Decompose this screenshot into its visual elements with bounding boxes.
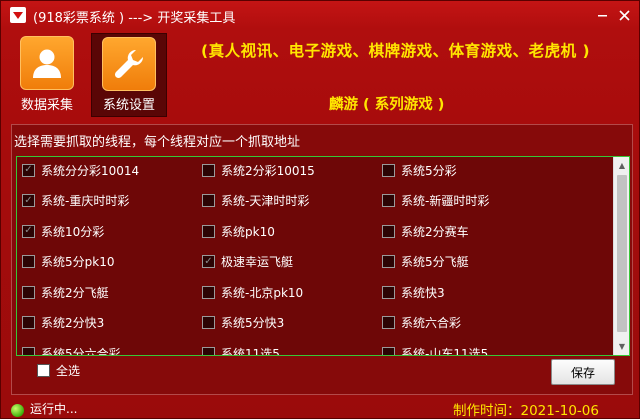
scrollbar-thumb[interactable] [617,175,627,332]
thread-label: 系统2分赛车 [401,224,469,239]
data-collect-label: 数据采集 [20,98,73,113]
thread-label: 极速幸运飞艇 [221,255,294,269]
thread-item[interactable]: 系统5分彩 [382,160,457,180]
thread-label: 系统-天津时时彩 [221,194,310,208]
thread-checkbox[interactable] [22,285,35,299]
thread-label: 系统2分彩10015 [221,163,315,178]
thread-checkbox[interactable] [202,346,215,355]
thread-label: 系统5分快3 [221,316,285,330]
thread-label: 系统-山东11选5 [401,346,489,356]
thread-checkbox[interactable] [22,224,35,238]
thread-label: 系统-新疆时时彩 [401,194,490,208]
thread-checkbox[interactable] [382,346,395,355]
thread-label: 系统分分彩10014 [41,163,140,178]
thread-label: 系统5分彩 [401,163,457,178]
thread-label: 系统2分飞艇 [41,285,109,300]
thread-checkbox[interactable] [382,316,395,329]
save-button[interactable]: 保存 [551,359,615,385]
window-title: (918彩票系统 ) ---> 开奖采集工具 [33,11,236,26]
thread-list[interactable]: 系统分分彩10014 系统2分彩10015 系统5分彩系统-重庆时时彩 系统-天津时时… [16,156,630,356]
thread-label: 系统-重庆时时彩 [41,194,130,208]
thread-item[interactable]: 系统11选5 [202,343,280,356]
status-text: 运行中... [30,402,78,416]
thread-label: 系统10分彩 [41,224,105,239]
select-all-checkbox[interactable]: 全选 [37,362,80,379]
close-icon[interactable] [614,5,634,25]
thread-checkbox[interactable] [202,163,215,177]
thread-label: 系统5分飞艇 [401,255,469,269]
minimize-icon[interactable] [592,5,612,25]
thread-item[interactable]: 系统六合彩 [382,313,461,333]
thread-item[interactable]: 系统5分飞艇 [382,252,469,272]
thread-checkbox[interactable] [202,316,215,329]
subtitle-text: 麟游 ( 系列游戏 ) [329,97,445,113]
thread-checkbox[interactable] [22,316,35,329]
thread-label: 系统5分六合彩 [41,346,121,356]
thread-label: 系统-北京pk10 [221,285,304,300]
thread-checkbox[interactable] [382,163,395,177]
thread-item[interactable]: 系统2分飞艇 [22,282,109,302]
thread-label: 系统快3 [401,285,445,300]
thread-checkbox[interactable] [202,194,215,207]
wrench-icon [102,37,156,91]
thread-label: 系统六合彩 [401,316,462,330]
thread-item[interactable]: 系统分分彩10014 [22,160,139,180]
thread-item[interactable]: 系统快3 [382,282,445,302]
thread-checkbox[interactable] [202,224,215,238]
thread-item[interactable]: 系统-北京pk10 [202,282,303,302]
scroll-down-icon[interactable]: ▼ [614,338,629,355]
thread-item[interactable]: 系统-新疆时时彩 [382,191,489,211]
thread-label: 系统pk10 [221,224,275,239]
thread-checkbox[interactable] [382,285,395,299]
build-time: 制作时间：2021-10-06 [453,403,599,419]
thread-item[interactable]: 系统5分快3 [202,313,284,333]
thread-list-items: 系统分分彩10014 系统2分彩10015 系统5分彩系统-重庆时时彩 系统-天津时时… [17,157,613,355]
data-collect-button[interactable]: 数据采集 [11,33,83,117]
thread-item[interactable]: 系统2分彩10015 [202,160,315,180]
thread-label: 系统11选5 [221,346,280,356]
thread-item[interactable]: 系统-山东11选5 [382,343,489,356]
thread-checkbox[interactable] [202,255,215,268]
thread-checkbox[interactable] [382,194,395,207]
thread-label: 系统5分pk10 [41,255,115,269]
thread-item[interactable]: 系统-天津时时彩 [202,191,309,211]
app-logo-icon [10,7,26,23]
select-all-label: 全选 [56,364,81,378]
thread-checkbox[interactable] [22,346,35,355]
thread-item[interactable]: 极速幸运飞艇 [202,252,293,272]
thread-item[interactable]: 系统5分pk10 [22,252,114,272]
scroll-up-icon[interactable]: ▲ [614,157,629,174]
system-settings-button[interactable]: 系统设置 [91,33,167,117]
thread-item[interactable]: 系统5分六合彩 [22,343,121,356]
slogan-text: (真人视讯、电子游戏、棋牌游戏、体育游戏、老虎机 ) [201,42,591,60]
status-indicator-icon [11,404,24,417]
title-bar[interactable]: (918彩票系统 ) ---> 开奖采集工具 [1,1,639,29]
thread-checkbox[interactable] [202,285,215,299]
panel-title: 选择需要抓取的线程，每个线程对应一个抓取地址 [14,135,301,150]
system-settings-label: 系统设置 [102,98,155,113]
thread-checkbox[interactable] [382,255,395,268]
thread-item[interactable]: 系统10分彩 [22,221,104,241]
vertical-scrollbar[interactable]: ▲ ▼ [613,157,629,355]
thread-item[interactable]: 系统2分快3 [22,313,104,333]
thread-checkbox[interactable] [22,194,35,207]
thread-checkbox[interactable] [22,163,35,177]
thread-checkbox[interactable] [22,255,35,268]
thread-item[interactable]: 系统-重庆时时彩 [22,191,129,211]
thread-label: 系统2分快3 [41,316,105,330]
main-window: (918彩票系统 ) ---> 开奖采集工具 数据采集 系统设置 (真人视讯、电… [0,0,640,419]
select-all-box[interactable] [37,364,50,377]
thread-item[interactable]: 系统2分赛车 [382,221,469,241]
user-icon [20,36,74,90]
thread-item[interactable]: 系统pk10 [202,221,275,241]
thread-checkbox[interactable] [382,224,395,238]
